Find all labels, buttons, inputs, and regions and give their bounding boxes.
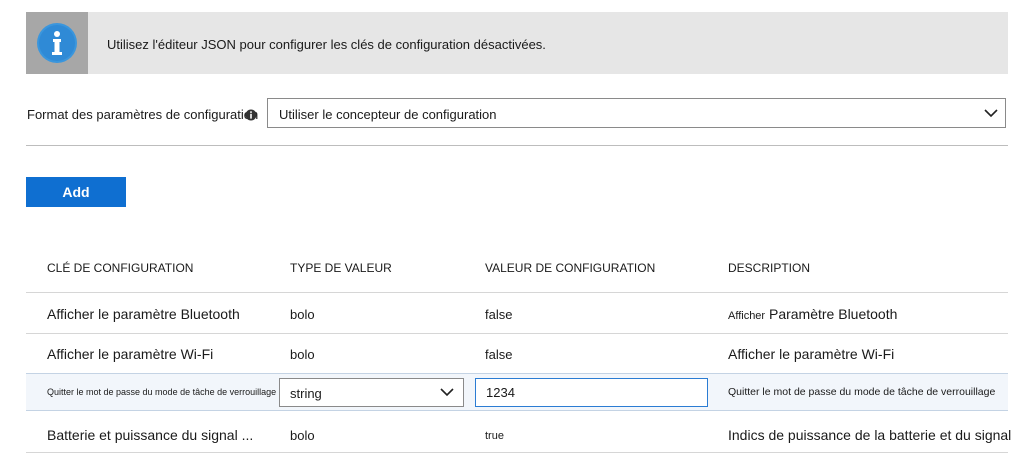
row-type: bolo	[290, 347, 315, 362]
info-banner: Utilisez l'éditeur JSON pour configurer …	[26, 12, 1008, 74]
chevron-down-icon	[984, 109, 998, 118]
row-description: Afficher le paramètre Wi-Fi	[728, 346, 895, 362]
row-description: Quitter le mot de passe du mode de tâche…	[728, 386, 996, 398]
header-divider	[26, 292, 1008, 293]
row-description-main: Paramètre Bluetooth	[768, 306, 898, 322]
banner-icon-box	[26, 12, 88, 74]
column-header-description: DESCRIPTION	[728, 261, 811, 275]
format-select-value: Utiliser le concepteur de configuration	[279, 107, 497, 122]
row-type: bolo	[290, 307, 315, 322]
row-key: Afficher le paramètre Bluetooth	[47, 306, 240, 322]
row-key: Batterie et puissance du signal ...	[47, 427, 254, 443]
column-header-config-key: CLÉ DE CONFIGURATION	[47, 261, 194, 275]
value-type-select[interactable]: string	[279, 378, 464, 407]
row-divider	[26, 452, 1008, 453]
value-type-select-value: string	[290, 386, 322, 401]
format-select[interactable]: Utiliser le concepteur de configuration	[267, 98, 1006, 128]
row-type: bolo	[290, 428, 315, 443]
info-icon[interactable]	[245, 109, 257, 121]
column-header-value-type: TYPE DE VALEUR	[290, 261, 392, 275]
info-icon	[37, 23, 77, 63]
add-button[interactable]: Add	[26, 177, 126, 207]
column-header-config-value: VALEUR DE CONFIGURATION	[485, 261, 656, 275]
row-description: Afficher Paramètre Bluetooth	[728, 306, 897, 322]
config-value-input[interactable]	[475, 378, 708, 407]
chevron-down-icon	[440, 388, 454, 397]
section-divider	[26, 145, 1008, 146]
row-key: Afficher le paramètre Wi-Fi	[47, 346, 214, 362]
row-value: false	[485, 347, 513, 362]
row-value: true	[485, 430, 504, 442]
row-value: false	[485, 307, 513, 322]
format-label: Format des paramètres de configuration	[27, 107, 259, 122]
row-description-prefix: Afficher	[728, 310, 766, 322]
row-key: Quitter le mot de passe du mode de tâche…	[47, 387, 277, 397]
banner-message: Utilisez l'éditeur JSON pour configurer …	[107, 37, 546, 52]
row-divider	[26, 333, 1008, 334]
row-description: Indics de puissance de la batterie et du…	[728, 427, 1012, 443]
